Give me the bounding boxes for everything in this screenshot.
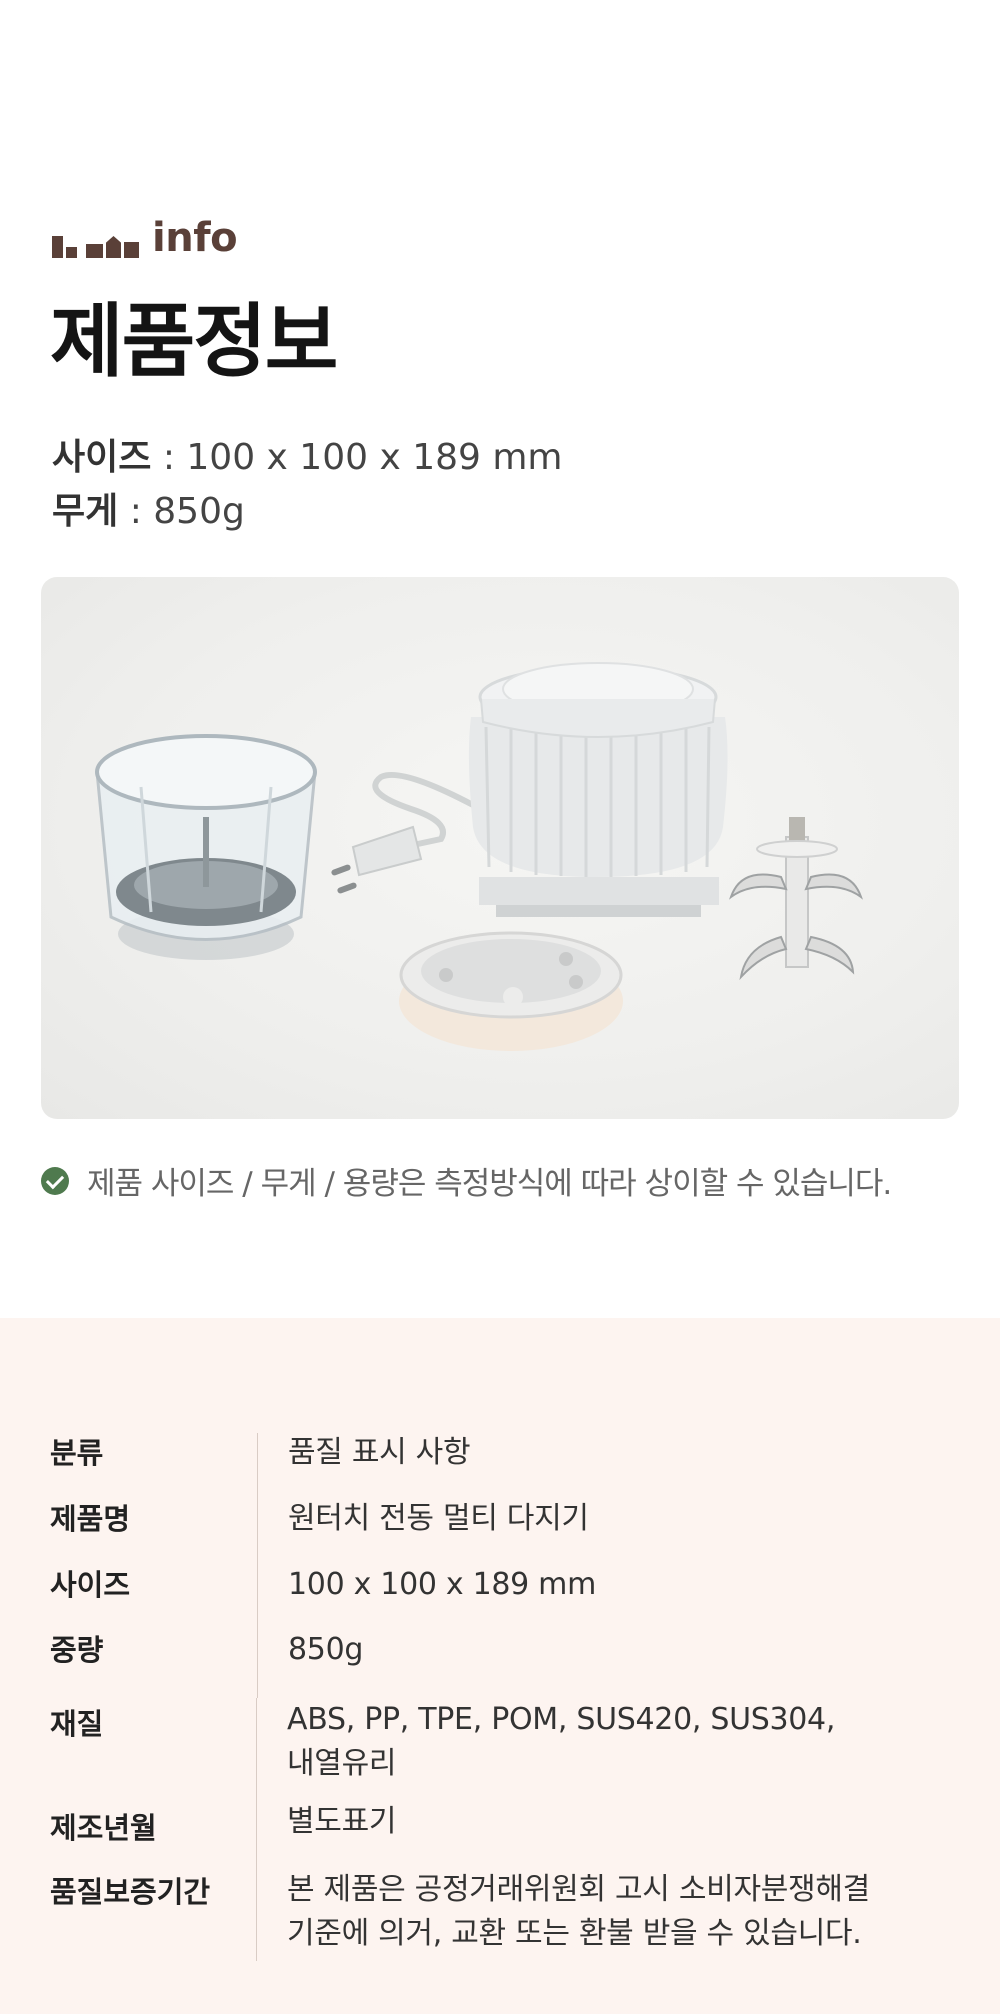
table-row: 제조년월 별도표기 xyxy=(50,1802,950,1868)
row-label: 재질 xyxy=(50,1698,257,1802)
check-circle-icon xyxy=(41,1166,69,1195)
row-value: 원터치 전동 멀티 다지기 xyxy=(288,1501,589,1536)
product-info-section: info 제품정보 사이즈 : 100 x 100 x 189 mm 무게 : … xyxy=(0,0,1000,1318)
product-photo xyxy=(41,577,959,1119)
row-label: 중량 xyxy=(50,1630,258,1698)
table-row: 제품명 원터치 전동 멀티 다지기 xyxy=(50,1499,950,1565)
logo-text: info xyxy=(152,215,238,261)
row-label: 사이즈 xyxy=(50,1565,258,1630)
table-row: 재질 ABS, PP, TPE, POM, SUS420, SUS304, 내열… xyxy=(50,1698,950,1802)
quality-label-section: 분류 품질 표시 사항 제품명 원터치 전동 멀티 다지기 사이즈 100 x … xyxy=(0,1318,1000,2014)
weight-label: 무게 xyxy=(52,491,119,532)
weight-spec: 무게 : 850g xyxy=(52,487,245,537)
row-label: 제조년월 xyxy=(50,1802,257,1868)
row-value: ABS, PP, TPE, POM, SUS420, SUS304, 내열유리 xyxy=(287,1702,836,1781)
glass-bowl-image xyxy=(95,734,317,960)
row-value: 100 x 100 x 189 mm xyxy=(288,1567,597,1602)
table-row: 품질보증기간 본 제품은 공정거래위원회 고시 소비자분쟁해결 기준에 의거, … xyxy=(50,1868,950,1961)
row-label: 분류 xyxy=(50,1433,258,1499)
logo-mark-icon xyxy=(52,232,142,258)
lid-image xyxy=(399,931,623,1051)
row-label: 품질보증기간 xyxy=(50,1868,257,1961)
size-label: 사이즈 xyxy=(52,437,152,478)
blade-image xyxy=(729,817,863,981)
row-value: 품질 표시 사항 xyxy=(288,1435,471,1470)
page-title: 제품정보 xyxy=(50,295,338,388)
power-plug-image xyxy=(331,771,475,894)
size-spec: 사이즈 : 100 x 100 x 189 mm xyxy=(52,433,563,483)
row-value: 850g xyxy=(288,1632,364,1667)
table-row: 분류 품질 표시 사항 xyxy=(50,1433,950,1499)
table-row: 사이즈 100 x 100 x 189 mm xyxy=(50,1565,950,1630)
spec-table: 분류 품질 표시 사항 제품명 원터치 전동 멀티 다지기 사이즈 100 x … xyxy=(50,1433,950,1961)
size-disclaimer: 제품 사이즈 / 무게 / 용량은 측정방식에 따라 상이할 수 있습니다. xyxy=(41,1158,892,1203)
row-value: 본 제품은 공정거래위원회 고시 소비자분쟁해결 기준에 의거, 교환 또는 환… xyxy=(287,1872,870,1951)
row-value: 별도표기 xyxy=(287,1804,397,1839)
table-row: 중량 850g xyxy=(50,1630,950,1698)
row-label: 제품명 xyxy=(50,1499,258,1565)
disclaimer-text: 제품 사이즈 / 무게 / 용량은 측정방식에 따라 상이할 수 있습니다. xyxy=(87,1166,892,1202)
brand-logo: info xyxy=(52,215,238,261)
motor-unit-image xyxy=(468,662,728,917)
weight-value: : 850g xyxy=(118,491,245,532)
size-value: : 100 x 100 x 189 mm xyxy=(151,437,563,478)
